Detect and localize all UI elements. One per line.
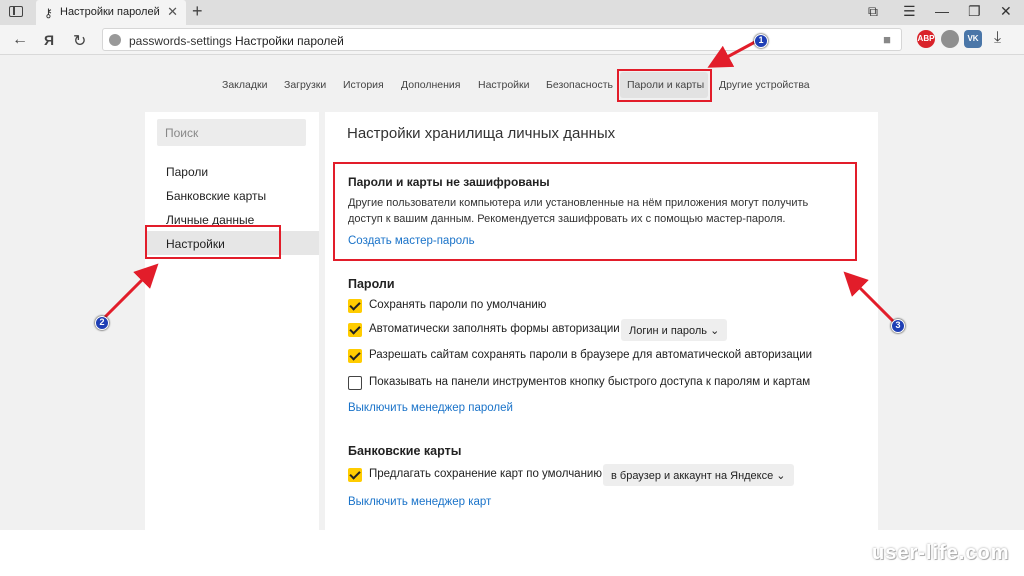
tab-extensions[interactable]: Дополнения (401, 79, 460, 91)
url-page-title: Настройки паролей (235, 34, 344, 48)
page-bottom (0, 530, 1024, 576)
option-label: Показывать на панели инструментов кнопку… (369, 376, 811, 388)
option-label: Разрешать сайтам сохранять пароли в брау… (369, 349, 813, 361)
tab-security[interactable]: Безопасность (546, 79, 613, 91)
tab-downloads[interactable]: Загрузки (284, 79, 326, 91)
reload-button[interactable]: ↻ (73, 31, 86, 51)
arrow-2 (102, 263, 159, 320)
sidebar: Поиск Пароли Банковские карты Личные дан… (145, 112, 319, 530)
annotation-box-tab (617, 69, 712, 102)
restore-button[interactable]: ❐ (968, 3, 981, 20)
tab-history[interactable]: История (343, 79, 384, 91)
site-icon (109, 34, 121, 46)
annotation-badge-3: 3 (891, 319, 905, 333)
back-button[interactable]: ← (12, 31, 28, 49)
vk-icon[interactable]: VK (964, 30, 982, 48)
annotation-box-sidebar (145, 225, 281, 259)
annotation-box-warning (333, 162, 857, 261)
new-tab-button[interactable]: + (192, 1, 203, 22)
tab-other-devices[interactable]: Другие устройства (719, 79, 810, 91)
checkbox-checked[interactable] (348, 349, 362, 363)
minimize-button[interactable]: — (935, 3, 949, 19)
collections-icon[interactable]: ⧉ (868, 3, 878, 20)
tab-passwords-settings[interactable]: ⚷ Настройки паролей ✕ (36, 0, 186, 25)
option-label: Автоматически заполнять формы авторизаци… (369, 323, 620, 335)
yandex-logo[interactable]: Я (44, 32, 54, 48)
url-text: passwords-settings (129, 34, 232, 48)
address-bar-row: ← Я ↻ passwords-settings Настройки парол… (0, 25, 1024, 55)
close-window-button[interactable]: ✕ (1000, 3, 1012, 20)
bookmark-icon[interactable]: ■ (883, 32, 891, 47)
address-input[interactable]: passwords-settings Настройки паролей ■ (102, 28, 902, 51)
option-label: Предлагать сохранение карт по умолчанию (369, 468, 602, 480)
sidebar-item-cards[interactable]: Банковские карты (166, 189, 266, 203)
page-title: Настройки хранилища личных данных (347, 125, 616, 142)
tab-title: Настройки паролей (60, 6, 160, 18)
download-icon[interactable]: ⤓ (994, 29, 1001, 47)
checkbox-unchecked[interactable] (348, 376, 362, 390)
option-label: Сохранять пароли по умолчанию (369, 299, 547, 311)
checkbox-checked[interactable] (348, 299, 362, 313)
tab-list-icon[interactable] (9, 6, 23, 17)
tab-close-icon[interactable]: ✕ (167, 4, 178, 20)
tab-settings[interactable]: Настройки (478, 79, 530, 91)
checkbox-checked[interactable] (348, 323, 362, 337)
tab-bar: ⚷ Настройки паролей ✕ + ⧉ ☰ — ❐ ✕ (0, 0, 1024, 25)
autofill-select[interactable]: Логин и пароль ⌄ (621, 319, 728, 341)
passwords-section-title: Пароли (348, 277, 395, 291)
watermark: user-life.com (872, 542, 1010, 564)
search-input[interactable]: Поиск (157, 119, 306, 146)
cards-section-title: Банковские карты (348, 444, 462, 458)
annotation-badge-2: 2 (95, 316, 109, 330)
disable-password-manager-link[interactable]: Выключить менеджер паролей (348, 402, 513, 414)
disable-card-manager-link[interactable]: Выключить менеджер карт (348, 496, 491, 508)
checkbox-checked[interactable] (348, 468, 362, 482)
menu-icon[interactable]: ☰ (903, 3, 916, 20)
key-icon: ⚷ (44, 6, 53, 20)
tab-bookmarks[interactable]: Закладки (222, 79, 267, 91)
adblock-icon[interactable]: ABP (917, 30, 935, 48)
annotation-badge-1: 1 (754, 34, 768, 48)
cards-save-select[interactable]: в браузер и аккаунт на Яндексе ⌄ (603, 464, 794, 486)
sidebar-item-passwords[interactable]: Пароли (166, 165, 208, 179)
globe-icon[interactable] (941, 30, 959, 48)
